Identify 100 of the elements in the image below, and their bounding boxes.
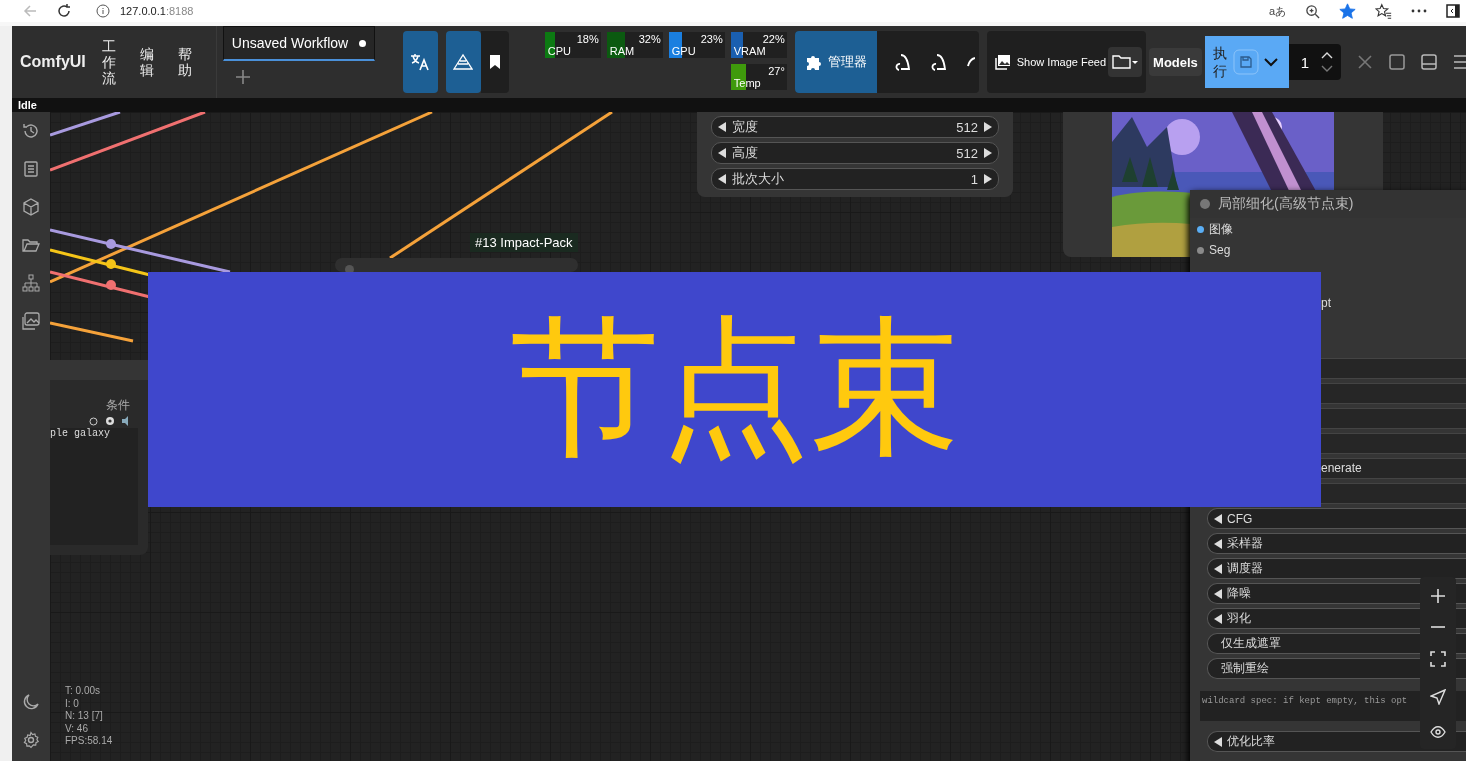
resource-monitor: 27° Temp bbox=[730, 64, 787, 90]
node-header[interactable] bbox=[50, 360, 148, 380]
image-feed-button[interactable]: Show Image Feed bbox=[994, 54, 1107, 70]
stat-text: V: 46 bbox=[65, 722, 89, 735]
workflow-tab[interactable]: Unsaved Workflow bbox=[222, 26, 375, 61]
node-card[interactable]: 宽度 512 高度 512 批次大小 1 bbox=[697, 112, 1013, 197]
reload-icon[interactable] bbox=[56, 3, 72, 19]
number-widget[interactable]: 宽度 512 bbox=[711, 116, 999, 138]
caret-left-icon[interactable] bbox=[1214, 538, 1222, 549]
run-button[interactable]: 执行 bbox=[1210, 44, 1229, 80]
manager-button[interactable]: 管理器 bbox=[794, 31, 877, 93]
fit-view-icon[interactable] bbox=[1430, 651, 1446, 667]
node-status-dot bbox=[1200, 199, 1210, 209]
hierarchy-icon[interactable] bbox=[22, 274, 40, 292]
caret-left-icon[interactable] bbox=[1214, 613, 1222, 624]
zoom-out-icon[interactable] bbox=[1430, 625, 1446, 630]
reroute-dot[interactable] bbox=[106, 239, 116, 249]
favorites-icon[interactable] bbox=[1375, 2, 1392, 20]
close-icon[interactable] bbox=[1357, 54, 1374, 70]
input-label: 图像 bbox=[1209, 220, 1233, 238]
models-button[interactable]: Models bbox=[1149, 48, 1202, 76]
input-label: 条件 bbox=[106, 397, 130, 414]
add-icon[interactable] bbox=[234, 69, 251, 85]
read-aloud-icon[interactable]: aあ bbox=[1268, 3, 1286, 19]
folder-button[interactable] bbox=[1108, 47, 1143, 77]
caret-right-icon[interactable] bbox=[984, 174, 992, 184]
caret-right-icon[interactable] bbox=[984, 122, 992, 132]
menu-icon[interactable] bbox=[1453, 55, 1466, 69]
menu-item[interactable]: 工作流 bbox=[101, 38, 116, 86]
resource-monitor: 18% CPU bbox=[544, 32, 601, 58]
number-widget[interactable]: 批次大小 1 bbox=[711, 168, 999, 190]
input-label: pt bbox=[1321, 296, 1331, 310]
image-icon[interactable] bbox=[22, 312, 40, 330]
menu-item[interactable]: 编辑 bbox=[139, 46, 154, 78]
stat-text: FPS:58.14 bbox=[65, 735, 113, 748]
images-icon bbox=[994, 54, 1011, 70]
zoom-icon[interactable] bbox=[1305, 3, 1320, 19]
moon-icon[interactable] bbox=[22, 693, 40, 711]
caret-left-icon[interactable] bbox=[718, 174, 726, 184]
stat-text: N: 13 [7] bbox=[65, 710, 104, 723]
resource-monitor: 32% RAM bbox=[606, 32, 663, 58]
address-bar[interactable]: 127.0.0.1:8188 bbox=[86, 1, 1236, 21]
caret-left-icon[interactable] bbox=[1214, 736, 1222, 747]
folder-icon[interactable] bbox=[22, 236, 40, 254]
info-icon bbox=[96, 4, 110, 18]
star-icon[interactable] bbox=[1339, 2, 1356, 20]
node-card[interactable]: 条件 ple galaxy bbox=[50, 360, 148, 555]
title-banner: 节点束 bbox=[148, 272, 1321, 507]
cube-icon[interactable] bbox=[22, 198, 40, 216]
input-dot[interactable] bbox=[1197, 246, 1204, 254]
document-icon[interactable] bbox=[22, 160, 40, 178]
chevron-down-icon[interactable] bbox=[1262, 57, 1279, 67]
input-label: Seg bbox=[1209, 243, 1231, 257]
app-logo: ComfyUI bbox=[20, 53, 86, 71]
sidebar-icon[interactable] bbox=[1446, 4, 1460, 18]
settings-icon[interactable] bbox=[22, 731, 40, 749]
widget-row[interactable]: enerate bbox=[1321, 458, 1466, 479]
caret-left-icon[interactable] bbox=[718, 122, 726, 132]
caret-left-icon[interactable] bbox=[1214, 588, 1222, 599]
panel-icon[interactable] bbox=[1421, 54, 1438, 70]
zoom-in-icon[interactable] bbox=[1430, 587, 1446, 604]
number-widget[interactable]: 调度器 bbox=[1207, 558, 1466, 579]
node-badge: #13 Impact-Pack bbox=[470, 233, 578, 252]
caret-right-icon[interactable] bbox=[984, 148, 992, 158]
number-widget[interactable]: 高度 512 bbox=[711, 142, 999, 164]
prompt-text-area[interactable]: ple galaxy bbox=[50, 428, 138, 545]
caret-left-icon[interactable] bbox=[1214, 513, 1222, 524]
bookmark-button[interactable] bbox=[480, 31, 509, 93]
square-icon[interactable] bbox=[1389, 54, 1406, 70]
gear-icon[interactable] bbox=[105, 416, 115, 426]
number-widget[interactable]: CFG bbox=[1207, 508, 1466, 529]
caret-left-icon[interactable] bbox=[718, 148, 726, 158]
batch-count[interactable]: 1 bbox=[1300, 53, 1310, 71]
stat-text: I: 0 bbox=[65, 697, 80, 710]
node-title: 局部细化(高级节点束) bbox=[1218, 195, 1354, 213]
status-text: Idle bbox=[18, 99, 37, 111]
broom-icon[interactable] bbox=[930, 52, 949, 72]
speaker-icon[interactable] bbox=[122, 416, 130, 426]
folder-icon bbox=[1112, 54, 1139, 70]
reroute-dot[interactable] bbox=[106, 259, 116, 269]
node-card[interactable] bbox=[335, 258, 578, 272]
translate-button[interactable] bbox=[402, 31, 438, 93]
stat-text: T: 0.00s bbox=[65, 685, 102, 698]
send-icon[interactable] bbox=[1430, 688, 1446, 705]
reroute-dot[interactable] bbox=[106, 280, 116, 290]
number-widget[interactable]: 采样器 bbox=[1207, 533, 1466, 554]
more-icon[interactable] bbox=[1411, 9, 1427, 13]
eye-icon[interactable] bbox=[1430, 726, 1446, 739]
circle-icon[interactable] bbox=[89, 416, 98, 426]
history-icon[interactable] bbox=[22, 122, 40, 140]
broom-icon[interactable] bbox=[894, 52, 913, 72]
swoosh-icon[interactable] bbox=[966, 57, 975, 67]
mountain-icon bbox=[453, 53, 474, 71]
menu-item[interactable]: 帮助 bbox=[177, 46, 192, 78]
translate-icon bbox=[410, 53, 431, 71]
bookmark-icon bbox=[488, 54, 501, 70]
caret-left-icon[interactable] bbox=[1214, 563, 1222, 574]
mountain-button[interactable] bbox=[445, 31, 481, 93]
puzzle-icon bbox=[804, 53, 823, 71]
input-dot[interactable] bbox=[1197, 225, 1204, 233]
